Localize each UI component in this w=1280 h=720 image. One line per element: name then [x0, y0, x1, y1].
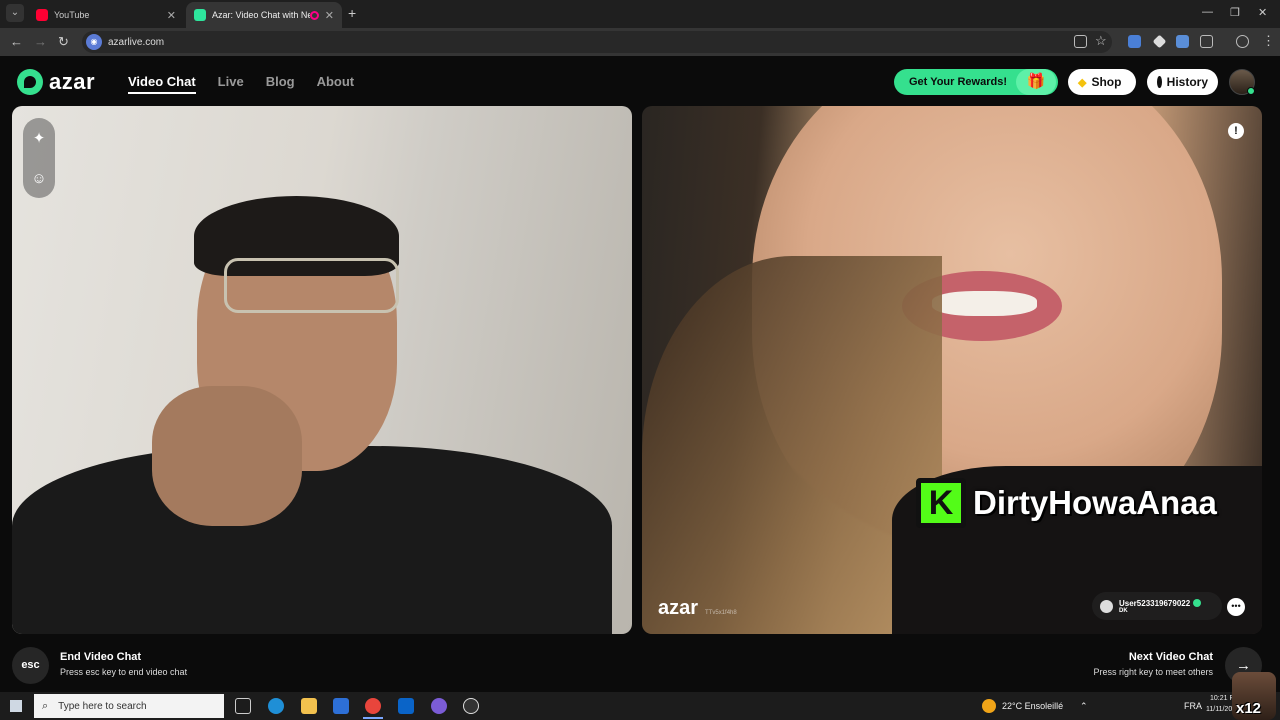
local-person-glasses	[224, 258, 399, 313]
address-bar-row: ← → ↻ ◉ azarlive.com ☆ ⋮	[0, 28, 1280, 56]
translate-extension-icon[interactable]	[1128, 35, 1141, 48]
get-rewards-button[interactable]: Get Your Rewards! 🎁	[894, 69, 1058, 95]
address-input[interactable]: ◉ azarlive.com	[82, 31, 1112, 53]
shop-button[interactable]: ◆ Shop	[1068, 69, 1136, 95]
maximize-icon[interactable]: ❐	[1230, 6, 1240, 19]
chrome-icon[interactable]	[365, 698, 381, 714]
azar-logo[interactable]: azar	[17, 69, 95, 95]
next-chat-title: Next Video Chat	[1128, 651, 1213, 663]
partner-username: User523319679022	[1119, 599, 1202, 608]
edge-icon[interactable]	[268, 698, 284, 714]
cast-icon[interactable]	[1074, 35, 1087, 48]
rewards-label: Get Your Rewards!	[909, 76, 1008, 88]
azar-logo-icon	[17, 69, 43, 95]
site-header: azar Video Chat Live Blog About Get Your…	[0, 56, 1280, 106]
close-icon[interactable]: ✕	[167, 9, 176, 22]
report-icon[interactable]: !	[1228, 123, 1244, 139]
active-app-indicator	[363, 717, 383, 719]
profile-icon[interactable]	[1236, 35, 1249, 48]
nav-about[interactable]: About	[317, 74, 355, 94]
windows-taskbar: ⌕ Type here to search 22°C Ensoleillé ⌃ …	[0, 692, 1280, 720]
end-chat-button[interactable]: esc	[12, 647, 49, 684]
search-placeholder: Type here to search	[58, 700, 147, 712]
kick-logo-icon: K	[916, 478, 966, 528]
end-chat-title: End Video Chat	[60, 651, 142, 663]
task-view-icon[interactable]	[235, 698, 251, 714]
partner-user-badge[interactable]: User523319679022 DK	[1092, 592, 1222, 620]
stream-overlay-banner: K DirtyHowaAnaa	[916, 478, 1217, 528]
face-filter-icon[interactable]: ☺	[31, 170, 46, 187]
nav-live[interactable]: Live	[218, 74, 244, 94]
file-explorer-icon[interactable]	[301, 698, 317, 714]
remote-video: ! azar TTv5x1f4h8 User523319679022 DK ••…	[642, 106, 1262, 634]
gift-icon: 🎁	[1016, 69, 1056, 95]
gem-icon: ◆	[1078, 76, 1087, 89]
language-indicator[interactable]: FRA	[1184, 701, 1202, 711]
clock-icon	[1157, 76, 1162, 88]
azar-favicon-icon	[194, 9, 206, 21]
weather-sun-icon	[982, 699, 996, 713]
history-label: History	[1166, 75, 1208, 89]
history-button[interactable]: History	[1147, 69, 1218, 95]
outlook-icon[interactable]	[398, 698, 414, 714]
online-status-icon	[1247, 87, 1255, 95]
watermark-logo: azar	[658, 597, 699, 619]
nav-blog[interactable]: Blog	[266, 74, 295, 94]
extension-image-icon[interactable]	[1176, 35, 1189, 48]
browser-tab-bar: ⌄ YouTube ✕ Azar: Video Chat with New ✕ …	[0, 0, 1280, 28]
windows-start-icon[interactable]	[10, 700, 22, 712]
clock-time[interactable]: 10:21 P	[1210, 695, 1234, 702]
tab-label: YouTube	[54, 10, 90, 20]
discord-icon[interactable]	[431, 698, 447, 714]
tab-azar[interactable]: Azar: Video Chat with New ✕	[186, 2, 342, 28]
close-icon[interactable]: ✕	[325, 9, 334, 22]
browser-menu-icon[interactable]: ⋮	[1262, 33, 1275, 49]
youtube-icon	[36, 9, 48, 21]
taskbar-search-input[interactable]: ⌕ Type here to search	[34, 694, 224, 718]
microsoft-store-icon[interactable]	[333, 698, 349, 714]
site-info-icon[interactable]: ◉	[86, 34, 102, 50]
tab-label: Azar: Video Chat with New	[212, 10, 310, 20]
effects-toolbar: ✦ ☺	[23, 118, 55, 198]
logo-text: azar	[49, 69, 96, 94]
watermark-code: TTv5x1f4h8	[705, 610, 737, 616]
streamer-name: DirtyHowaAnaa	[973, 484, 1217, 521]
chat-controls: esc End Video Chat Press esc key to end …	[0, 634, 1280, 692]
search-icon: ⌕	[42, 699, 49, 712]
user-icon	[1100, 599, 1113, 613]
verified-icon	[1193, 599, 1202, 608]
local-person-body	[12, 446, 612, 634]
extensions-puzzle-icon[interactable]	[1200, 35, 1213, 48]
back-icon[interactable]: ←	[10, 34, 23, 49]
user-avatar[interactable]	[1229, 69, 1255, 95]
tab-youtube[interactable]: YouTube ✕	[28, 2, 184, 28]
facecam-label: x12	[1236, 700, 1262, 717]
end-chat-hint: Press esc key to end video chat	[60, 667, 188, 677]
obs-icon[interactable]	[463, 698, 479, 714]
shop-label: Shop	[1091, 75, 1122, 89]
tray-chevron-icon[interactable]: ⌃	[1080, 701, 1088, 712]
weather-text[interactable]: 22°C Ensoleillé	[1002, 701, 1063, 711]
clock-date[interactable]: 11/11/20	[1206, 706, 1232, 713]
chat-icon[interactable]: •••	[1227, 598, 1245, 616]
window-close-icon[interactable]: ✕	[1258, 6, 1267, 19]
next-chat-hint: Press right key to meet others	[1093, 667, 1213, 677]
url-text: azarlive.com	[108, 36, 165, 48]
sparkle-effects-icon[interactable]: ✦	[33, 129, 46, 147]
reload-icon[interactable]: ↻	[58, 34, 69, 50]
main-nav: Video Chat Live Blog About	[128, 74, 354, 94]
local-person-hand	[152, 386, 302, 526]
forward-icon[interactable]: →	[34, 34, 47, 49]
extension-diamond-icon[interactable]	[1152, 34, 1167, 49]
new-tab-icon[interactable]: +	[348, 5, 356, 21]
recording-icon	[309, 10, 319, 20]
tab-search-icon[interactable]: ⌄	[6, 4, 24, 22]
remote-person-teeth	[932, 291, 1037, 316]
azar-watermark: azar TTv5x1f4h8	[658, 597, 737, 620]
minimize-icon[interactable]: —	[1202, 6, 1213, 18]
local-video: ✦ ☺	[12, 106, 632, 634]
bookmark-star-icon[interactable]: ☆	[1095, 33, 1107, 49]
partner-country: DK	[1119, 607, 1128, 614]
nav-video-chat[interactable]: Video Chat	[128, 74, 196, 94]
